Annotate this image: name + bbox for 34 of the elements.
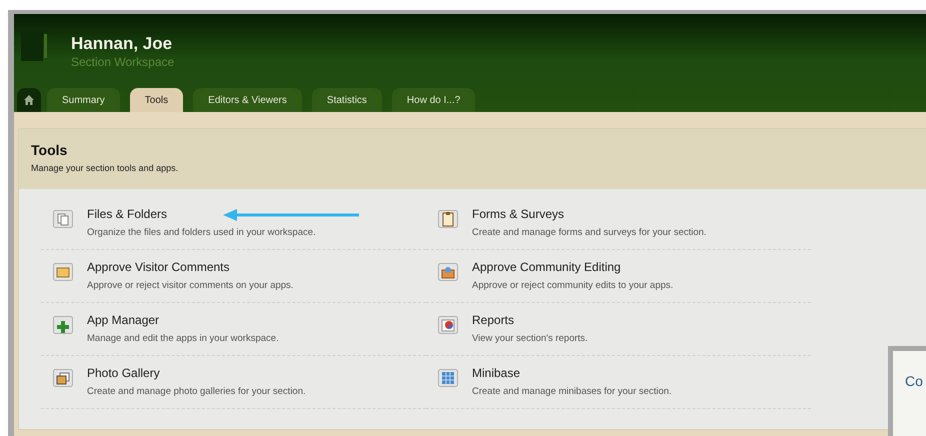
workspace-title: Hannan, Joe xyxy=(71,34,174,54)
tool-description: Manage and edit the apps in your workspace. xyxy=(87,333,279,344)
nav-tab[interactable]: Editors & Viewers xyxy=(193,88,302,112)
nav-tab[interactable]: Summary xyxy=(47,88,120,112)
workspace-subtitle: Section Workspace xyxy=(71,54,174,70)
tool-link[interactable]: Approve Community Editing xyxy=(472,260,621,275)
nav-tab[interactable]: Tools xyxy=(130,88,184,112)
tool-link[interactable]: Minibase xyxy=(472,366,520,381)
tool-description: Create and manage forms and surveys for your section. xyxy=(472,227,706,238)
files-icon xyxy=(53,209,73,229)
home-icon xyxy=(24,95,34,105)
book-icon xyxy=(21,31,49,61)
minibase-icon xyxy=(438,368,458,388)
home-tab[interactable] xyxy=(17,88,41,112)
panel-description: Manage your section tools and apps. xyxy=(31,163,180,173)
tool-link[interactable]: Reports xyxy=(472,313,514,328)
panel-title: Tools xyxy=(31,141,68,159)
photos-icon xyxy=(53,368,73,388)
tool-link[interactable]: Forms & Surveys xyxy=(472,207,564,222)
nav-tab[interactable]: How do I...? xyxy=(392,88,476,112)
tool-link[interactable]: App Manager xyxy=(87,313,160,328)
tool-link[interactable]: Files & Folders xyxy=(87,207,168,222)
tool-description: View your section's reports. xyxy=(472,333,588,344)
tool-description: Create and manage photo galleries for your section. xyxy=(87,386,306,397)
reports-icon xyxy=(438,315,458,335)
tool-description: Create and manage minibases for your section. xyxy=(472,386,672,397)
tool-description: Approve or reject community edits to your apps. xyxy=(472,280,674,291)
tool-link[interactable]: Approve Visitor Comments xyxy=(87,260,230,275)
tool-link[interactable]: Photo Gallery xyxy=(87,366,160,381)
popup-title: Co xyxy=(905,373,924,389)
nav-tab[interactable]: Statistics xyxy=(312,88,382,112)
forms-icon xyxy=(438,209,458,229)
tool-description: Approve or reject visitor comments on your apps. xyxy=(87,280,294,291)
tool-description: Organize the files and folders used in your workspace. xyxy=(87,227,316,238)
